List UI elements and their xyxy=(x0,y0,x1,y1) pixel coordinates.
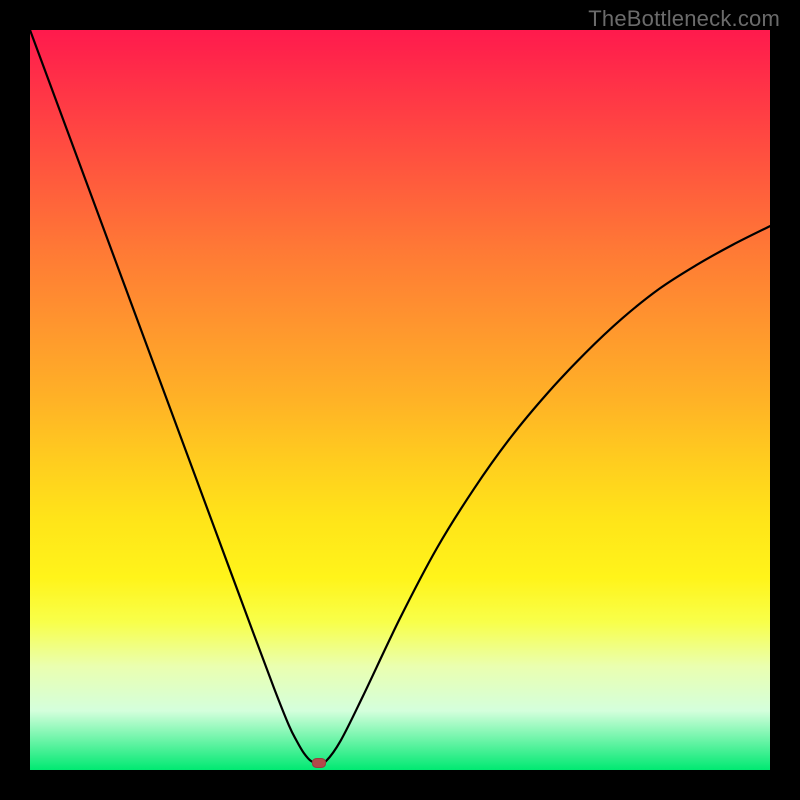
chart-frame: TheBottleneck.com xyxy=(0,0,800,800)
optimal-point-marker xyxy=(312,758,326,768)
curve-svg xyxy=(30,30,770,770)
bottleneck-curve xyxy=(30,30,770,763)
plot-area xyxy=(30,30,770,770)
watermark-text: TheBottleneck.com xyxy=(588,6,780,32)
